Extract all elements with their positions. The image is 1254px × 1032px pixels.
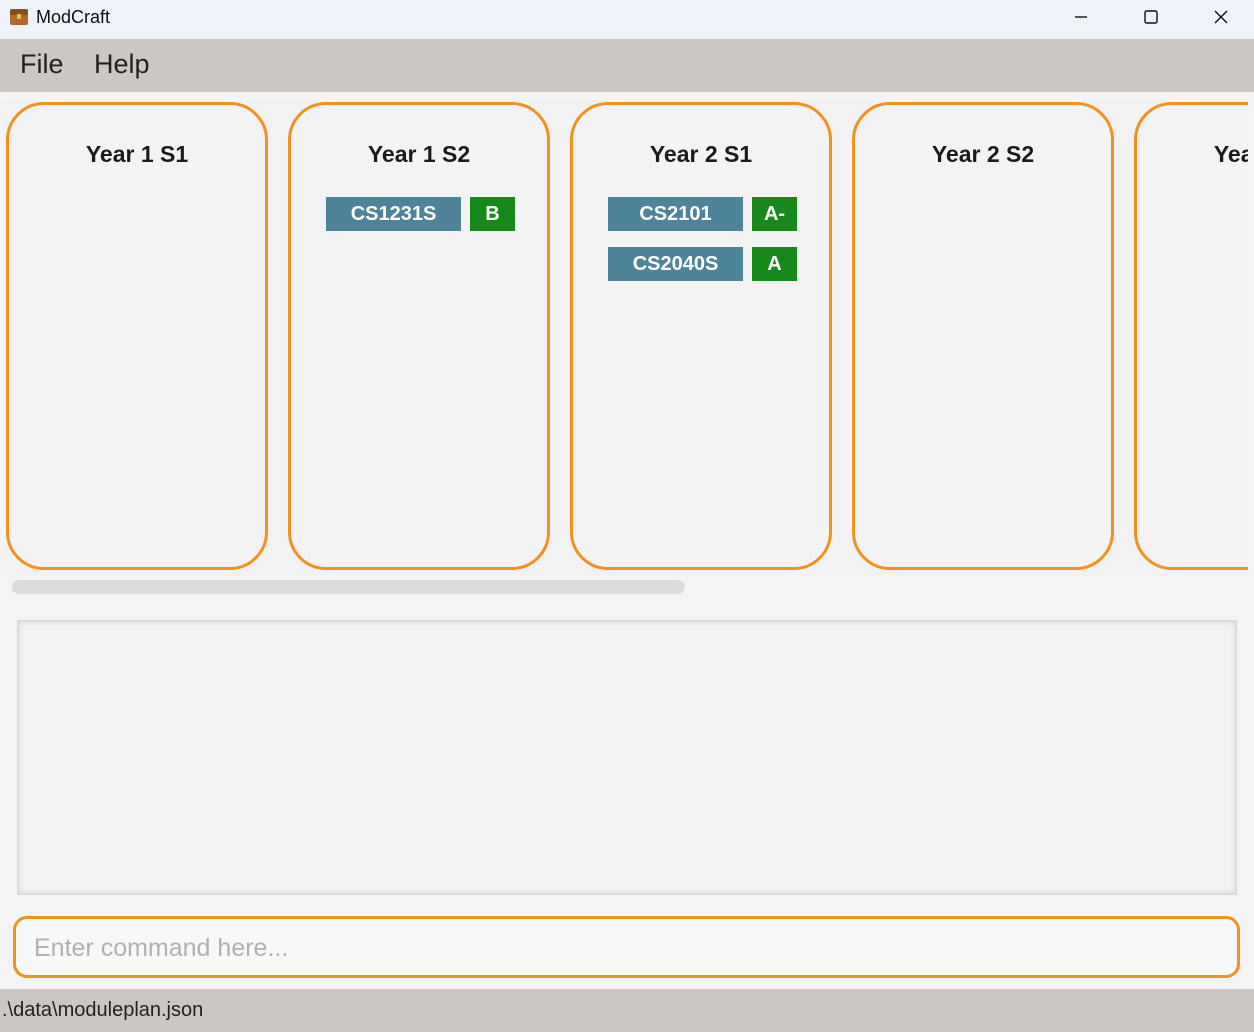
semester-title: Year 3 S1 — [1213, 141, 1248, 167]
module-code[interactable]: CS2101 — [608, 197, 743, 231]
semester-board: Year 1 S1 Year 1 S2 CS1231S B Year 2 S1 … — [4, 100, 1248, 576]
module-row: CS1231S B — [326, 197, 515, 231]
board-scrollbar[interactable] — [4, 576, 1248, 600]
menu-help[interactable]: Help — [88, 49, 156, 80]
menu-file[interactable]: File — [14, 49, 70, 80]
minimize-icon — [1075, 16, 1087, 18]
semester-card-year1-s1: Year 1 S1 — [6, 102, 268, 570]
semester-title: Year 2 S2 — [931, 141, 1035, 167]
semester-title: Year 1 S1 — [85, 141, 189, 167]
module-code[interactable]: CS2040S — [608, 247, 743, 281]
semester-card-year3-s1: Year 3 S1 — [1134, 102, 1248, 570]
module-row: CS2040S A — [608, 247, 797, 281]
maximize-button[interactable] — [1116, 0, 1186, 34]
window-title: ModCraft — [36, 7, 111, 27]
menu-bar: File Help — [0, 39, 1254, 92]
module-grade: A- — [752, 197, 797, 231]
minimize-button[interactable] — [1046, 0, 1116, 34]
module-grade: B — [470, 197, 515, 231]
title-bar: ModCraft — [0, 0, 1254, 39]
save-file-path: .\data\moduleplan.json — [2, 999, 204, 1021]
result-display — [17, 620, 1237, 895]
command-box — [13, 916, 1240, 978]
module-row: CS2101 A- — [608, 197, 797, 231]
semester-card-year1-s2: Year 1 S2 CS1231S B — [288, 102, 550, 570]
semester-title: Year 2 S1 — [649, 141, 753, 167]
semester-card-year2-s2: Year 2 S2 — [852, 102, 1114, 570]
module-code[interactable]: CS1231S — [326, 197, 461, 231]
maximize-icon — [1144, 10, 1158, 24]
command-input[interactable] — [32, 927, 1216, 969]
scrollbar-thumb[interactable] — [12, 580, 685, 594]
treasure-chest-icon — [10, 9, 28, 25]
semester-title: Year 1 S2 — [367, 141, 471, 167]
semester-card-year2-s1: Year 2 S1 CS2101 A- CS2040S A — [570, 102, 832, 570]
module-grade: A — [752, 247, 797, 281]
close-button[interactable] — [1186, 0, 1254, 34]
close-icon — [1214, 10, 1228, 24]
status-bar: .\data\moduleplan.json — [0, 989, 1254, 1032]
